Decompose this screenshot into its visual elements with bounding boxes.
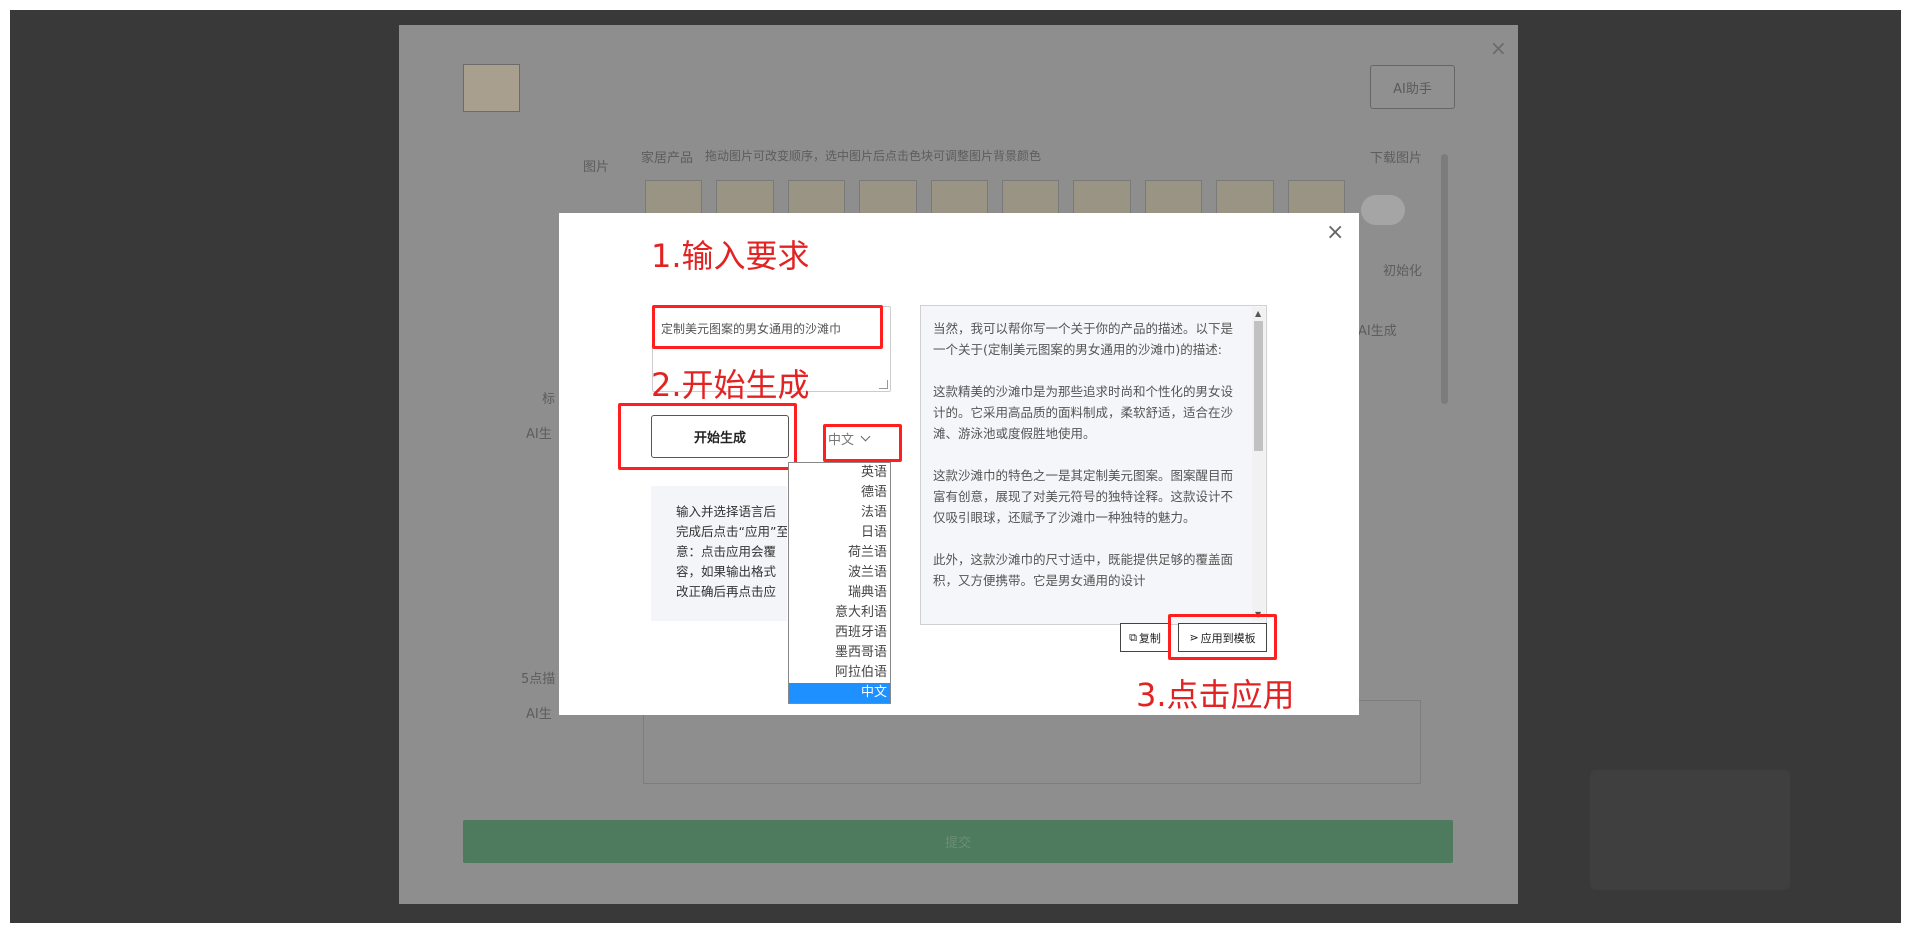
- language-option-swedish[interactable]: 瑞典语: [789, 583, 890, 603]
- background-scrollbar: [1441, 154, 1448, 404]
- ai-label-1: AI生: [526, 427, 552, 442]
- language-option-chinese[interactable]: 中文: [789, 683, 890, 703]
- step1-label: 1.输入要求: [651, 237, 810, 275]
- language-option-italian[interactable]: 意大利语: [789, 603, 890, 623]
- copy-button[interactable]: ⧉ 复制: [1120, 623, 1170, 652]
- five-points-label: 5点描: [521, 672, 556, 687]
- output-paragraph: 此外，这款沙滩巾的尺寸适中，既能提供足够的覆盖面积，又方便携带。它是男女通用的设…: [933, 552, 1234, 588]
- language-option-arabic[interactable]: 阿拉伯语: [789, 663, 890, 683]
- hint-line: 容，如果输出格式: [676, 564, 777, 579]
- hint-line: 意：点击应用会覆: [676, 544, 777, 559]
- background-product-thumbnail: [463, 64, 520, 112]
- language-option-french[interactable]: 法语: [789, 503, 890, 523]
- submit-button: 提交: [463, 820, 1453, 863]
- background-decoration: [1590, 770, 1790, 890]
- category-hint: 拖动图片可改变顺序，选中图片后点击色块可调整图片背景颜色: [705, 149, 1042, 163]
- ai-label-2: AI生: [526, 707, 552, 722]
- step3-label: 3.点击应用: [1136, 676, 1295, 714]
- step2-highlight-box: [618, 403, 797, 470]
- category-label: 家居产品: [641, 151, 694, 166]
- generated-output-textarea[interactable]: 当然，我可以帮你写一个关于你的产品的描述。以下是一个关于(定制美元图案的男女通用…: [920, 305, 1267, 625]
- language-option-japanese[interactable]: 日语: [789, 523, 890, 543]
- close-icon[interactable]: ×: [1326, 222, 1344, 244]
- copy-button-label: 复制: [1138, 631, 1161, 645]
- language-highlight-box: [823, 424, 902, 462]
- hint-line: 输入并选择语言后: [676, 504, 777, 519]
- upload-cloud-icon: [1361, 195, 1405, 225]
- step2-label: 2.开始生成: [651, 366, 810, 404]
- scroll-up-icon[interactable]: ▲: [1255, 309, 1261, 318]
- init-label: 初始化: [1383, 264, 1423, 279]
- instruction-hint-box: 输入并选择语言后 完成后点击“应用”至 意：点击应用会覆 容，如果输出格式 改正…: [651, 486, 787, 621]
- hint-line: 改正确后再点击应: [676, 584, 777, 599]
- language-option-spanish[interactable]: 西班牙语: [789, 623, 890, 643]
- ai-generate-label: AI生成: [1358, 324, 1397, 339]
- language-option-polish[interactable]: 波兰语: [789, 563, 890, 583]
- background-close-icon: ×: [1490, 36, 1507, 60]
- ai-assistant-button: AI助手: [1370, 65, 1455, 109]
- copy-icon: ⧉: [1129, 630, 1137, 644]
- language-option-mexican[interactable]: 墨西哥语: [789, 643, 890, 663]
- scroll-thumb[interactable]: [1254, 321, 1263, 451]
- language-dropdown[interactable]: 英语 德语 法语 日语 荷兰语 波兰语 瑞典语 意大利语 西班牙语 墨西哥语 阿…: [788, 462, 891, 704]
- image-label: 图片: [583, 160, 610, 175]
- download-images-link: 下载图片: [1370, 151, 1423, 166]
- step1-highlight-box: [652, 305, 883, 349]
- output-scrollbar[interactable]: ▲ ▼: [1252, 307, 1265, 621]
- language-option-german[interactable]: 德语: [789, 483, 890, 503]
- output-paragraph: 这款沙滩巾的特色之一是其定制美元图案。图案醒目而富有创意，展现了对美元符号的独特…: [933, 468, 1234, 525]
- step3-highlight-box: [1168, 614, 1277, 660]
- hint-line: 完成后点击“应用”至: [676, 524, 787, 539]
- language-option-english[interactable]: 英语: [789, 463, 890, 483]
- language-option-dutch[interactable]: 荷兰语: [789, 543, 890, 563]
- generated-output-text: 当然，我可以帮你写一个关于你的产品的描述。以下是一个关于(定制美元图案的男女通用…: [933, 318, 1238, 612]
- output-paragraph: 这款精美的沙滩巾是为那些追求时尚和个性化的男女设计的。它采用高品质的面料制成，柔…: [933, 384, 1234, 441]
- resize-handle-icon[interactable]: [879, 380, 888, 389]
- output-paragraph: 当然，我可以帮你写一个关于你的产品的描述。以下是一个关于(定制美元图案的男女通用…: [933, 321, 1234, 357]
- title-label: 标: [542, 392, 556, 407]
